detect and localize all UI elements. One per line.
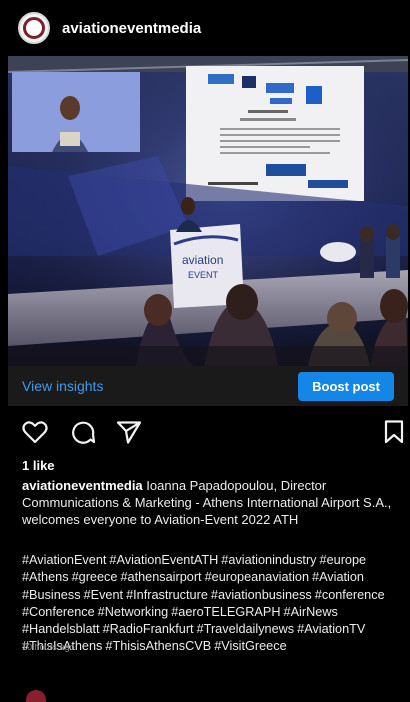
caption-username[interactable]: aviationeventmedia [22,478,143,493]
send-icon[interactable] [116,420,142,449]
next-post-avatar[interactable] [26,690,46,702]
bookmark-icon[interactable] [384,420,404,449]
post-header: aviationeventmedia [0,0,410,56]
post-username[interactable]: aviationeventmedia [62,20,201,37]
conference-stage-image: aviation EVENT [8,56,408,366]
view-insights-link[interactable]: View insights [22,378,103,394]
heart-icon[interactable] [22,420,48,449]
likes-count[interactable]: 1 like [22,458,55,473]
podium-logo-text: aviation [182,253,223,267]
podium-logo-subtext: EVENT [188,270,219,280]
profile-avatar[interactable] [18,12,50,44]
boost-post-button[interactable]: Boost post [298,371,394,401]
post-photo[interactable]: aviation EVENT [8,56,408,366]
insights-bar: View insights Boost post [8,366,408,406]
post-hashtags[interactable]: #AviationEvent #AviationEventATH #aviati… [22,552,404,656]
post-timestamp: 10 hours ago [22,642,75,652]
post-actions [22,420,406,448]
comment-icon[interactable] [70,420,96,449]
post-caption: aviationeventmedia Ioanna Papadopoulou, … [22,477,398,528]
